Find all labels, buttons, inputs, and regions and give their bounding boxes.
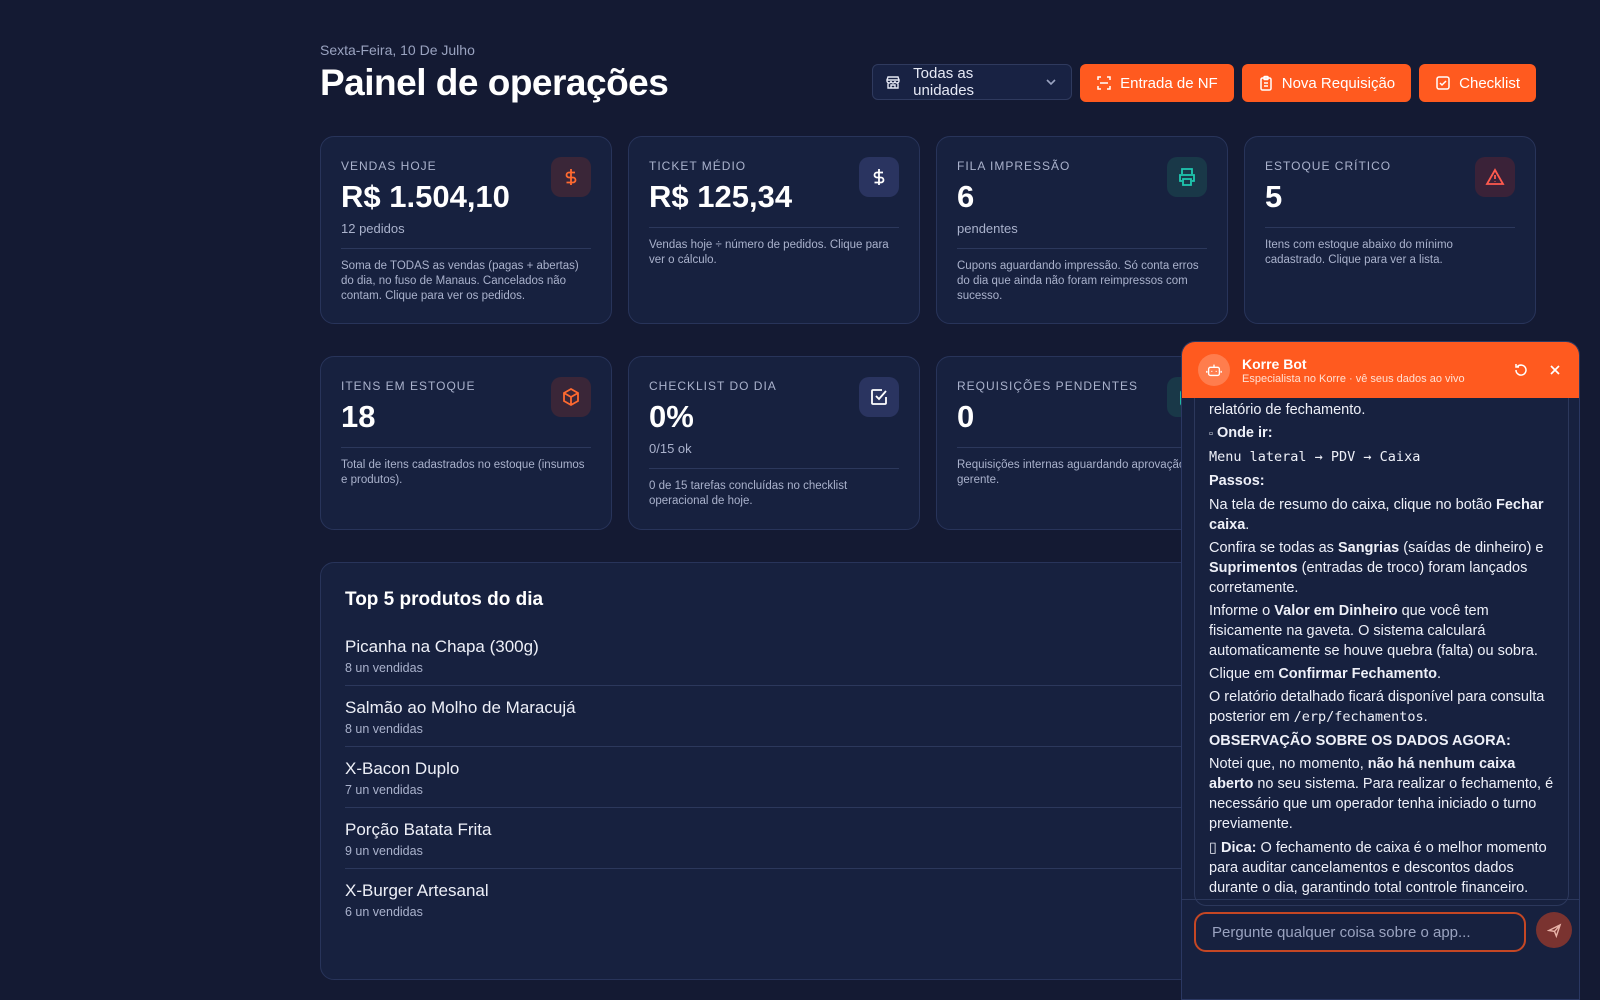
bot-icon [1198,354,1230,386]
printer-icon [1167,157,1207,197]
chat-header: Korre Bot Especialista no Korre · vê seu… [1182,342,1579,398]
header-actions: Todas as unidades Entrada de NF Nova Req… [872,64,1536,102]
entrada-nf-button[interactable]: Entrada de NF [1080,64,1234,102]
box-icon [551,377,591,417]
send-button[interactable] [1536,912,1572,948]
card-vendas-hoje[interactable]: VENDAS HOJE R$ 1.504,10 12 pedidos Soma … [320,136,612,324]
reset-icon[interactable] [1513,362,1529,378]
card-itens-estoque[interactable]: ITENS EM ESTOQUE 18 Total de itens cadas… [320,356,612,530]
entrada-nf-label: Entrada de NF [1120,74,1218,92]
card-description: Requisições internas aguardando aprovaçã… [957,459,1202,486]
card-checklist-dia[interactable]: CHECKLIST DO DIA 0% 0/15 ok 0 de 15 tare… [628,356,920,530]
page-title: Painel de operações [320,62,669,103]
close-icon[interactable] [1547,362,1563,378]
nova-requisicao-button[interactable]: Nova Requisição [1241,64,1412,102]
checklist-button[interactable]: Checklist [1419,64,1536,102]
chat-bot-name: Korre Bot [1242,355,1307,372]
nova-requisicao-label: Nova Requisição [1281,74,1396,92]
chat-footer: Pergunte qualquer coisa sobre o app... [1182,899,1579,999]
where-label: Onde ir: [1216,425,1273,441]
chat-input-placeholder: Pergunte qualquer coisa sobre o app... [1212,923,1471,941]
chat-bot-status: Especialista no Korre · vê seus dados ao… [1242,372,1465,385]
card-description: Cupons aguardando impressão. Só conta er… [957,260,1199,302]
card-description: 0 de 15 tarefas concluídas no checklist … [649,480,848,507]
clipboard-icon [1258,75,1274,91]
divider [341,248,591,249]
dollar-icon [859,157,899,197]
divider [649,227,899,228]
card-estoque-critico[interactable]: ESTOQUE CRÍTICO 5 Itens com estoque abai… [1244,136,1536,324]
card-description: Soma de TODAS as vendas (pagas + abertas… [341,260,579,302]
divider [957,248,1207,249]
chevron-down-icon [1043,74,1059,90]
card-description: Vendas hoje ÷ número de pedidos. Clique … [649,239,889,266]
chat-message: relatório de fechamento. ▫ Onde ir: Menu… [1194,398,1569,906]
card-sub: pendentes [957,221,1018,236]
warning-icon [1475,157,1515,197]
tip-icon: ▯ [1209,840,1217,856]
card-ticket-medio[interactable]: TICKET MÉDIO R$ 125,34 Vendas hoje ÷ núm… [628,136,920,324]
card-fila-impressao[interactable]: FILA IMPRESSÃO 6 pendentes Cupons aguard… [936,136,1228,324]
checkbox-icon [859,377,899,417]
page-header: Sexta-Feira, 10 De Julho Painel de opera… [320,40,1536,110]
divider [957,447,1207,448]
checklist-label: Checklist [1459,74,1520,92]
card-sub: 12 pedidos [341,221,405,236]
card-description: Itens com estoque abaixo do mínimo cadas… [1265,239,1453,266]
message-line: relatório de fechamento. [1209,402,1366,418]
send-icon [1546,922,1561,938]
dollar-icon [551,157,591,197]
card-sub: 0/15 ok [649,441,692,456]
steps-label: Passos: [1209,473,1265,489]
divider [1265,227,1515,228]
chat-input[interactable]: Pergunte qualquer coisa sobre o app... [1194,912,1526,952]
divider [341,447,591,448]
current-date: Sexta-Feira, 10 De Julho [320,42,475,58]
store-icon [885,74,901,90]
divider [649,468,899,469]
where-path: Menu lateral → PDV → Caixa [1209,449,1421,465]
checkbox-icon [1435,75,1451,91]
unit-select[interactable]: Todas as unidades [872,64,1073,100]
pin-icon: ▫ [1209,428,1213,440]
scan-icon [1096,75,1112,91]
unit-select-value: Todas as unidades [913,65,975,99]
card-description: Total de itens cadastrados no estoque (i… [341,459,585,486]
obs-label: OBSERVAÇÃO SOBRE OS DADOS AGORA: [1209,733,1511,749]
chatbot-panel: Korre Bot Especialista no Korre · vê seu… [1181,341,1580,1000]
